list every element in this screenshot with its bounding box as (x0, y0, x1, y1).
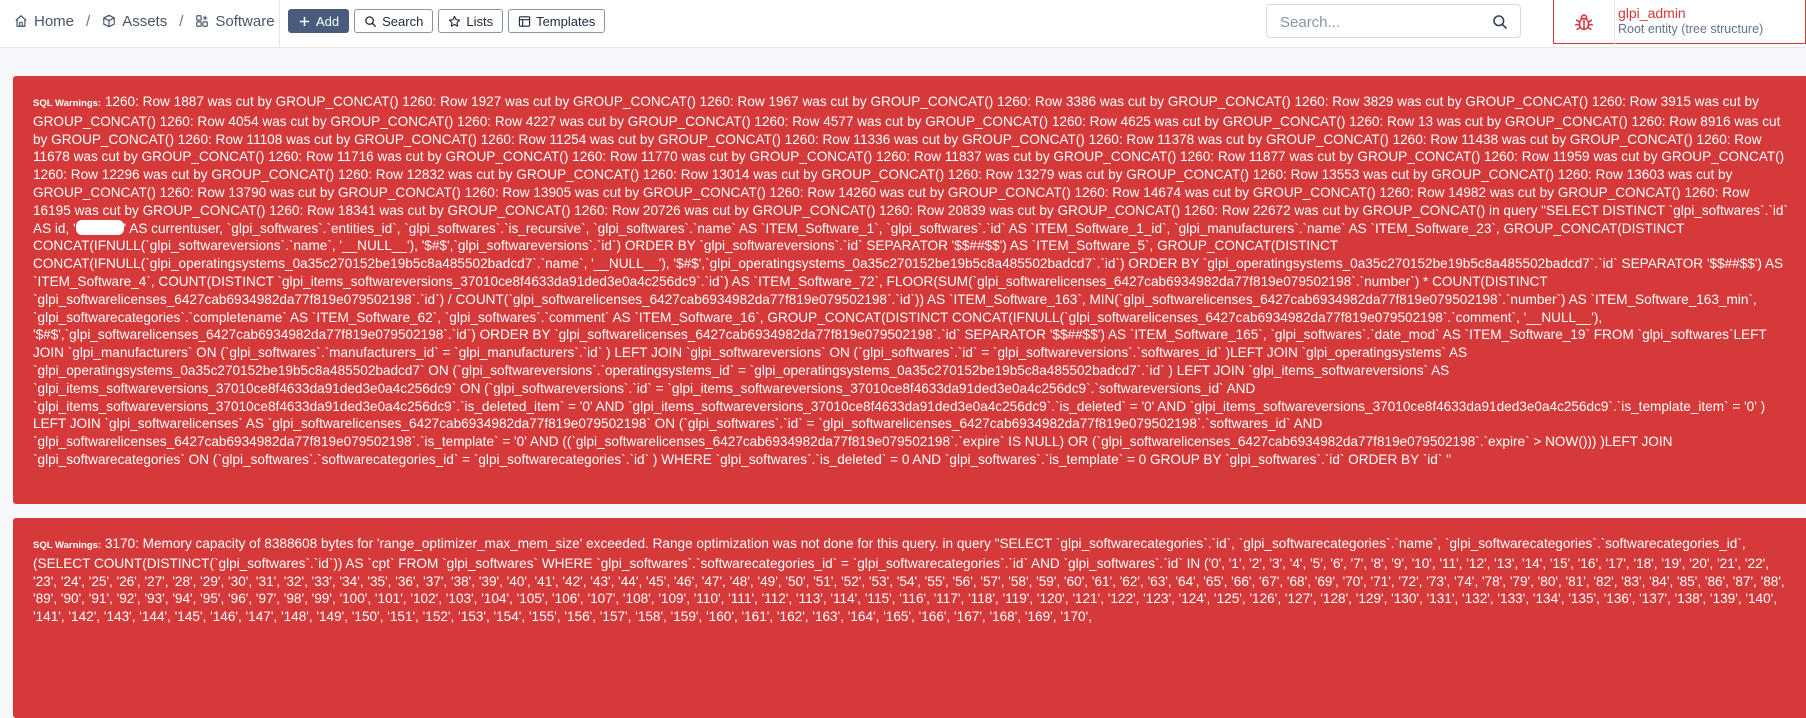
templates-button-label: Templates (536, 13, 596, 29)
global-search (1266, 4, 1521, 38)
global-search-input[interactable] (1278, 11, 1487, 33)
home-icon (15, 15, 27, 27)
sql-warning-text: 3170: Memory capacity of 8388608 bytes f… (33, 536, 1785, 625)
box-icon (103, 14, 116, 28)
breadcrumb-assets[interactable]: Assets (102, 13, 167, 30)
sql-warning-alert: SQL Warnings: 3170: Memory capacity of 8… (13, 518, 1806, 718)
search-button-label: Search (382, 13, 424, 29)
breadcrumb-separator: / (179, 12, 184, 30)
template-icon (518, 15, 531, 27)
templates-button[interactable]: Templates (508, 9, 606, 33)
sql-warning-text-continued: ' AS currentuser, `glpi_softwares`.`enti… (33, 220, 1784, 467)
user-menu[interactable]: glpi_admin Root entity (tree structure) (1553, 0, 1806, 44)
sql-warning-text: 1260: Row 1887 was cut by GROUP_CONCAT()… (33, 94, 1788, 236)
sql-warning-label: SQL Warnings: (33, 540, 102, 551)
breadcrumb-assets-label: Assets (122, 12, 168, 30)
top-header: Home / Assets / Software Add Search List… (0, 0, 1806, 48)
search-icon (365, 15, 377, 27)
search-button[interactable]: Search (354, 9, 434, 33)
bug-icon (1574, 14, 1594, 31)
header-divider (279, 0, 280, 48)
plus-icon (299, 16, 310, 26)
apps-icon (196, 15, 209, 27)
user-entity: Root entity (tree structure) (1618, 22, 1764, 36)
breadcrumb-software[interactable]: Software (195, 12, 275, 30)
search-icon[interactable] (1492, 14, 1508, 30)
user-name: glpi_admin (1618, 5, 1686, 21)
add-button-label: Add (316, 13, 340, 29)
sql-warning-label: SQL Warnings: (33, 98, 102, 109)
breadcrumb-separator: / (86, 12, 91, 30)
breadcrumb-software-label: Software (215, 12, 275, 30)
lists-button-label: Lists (466, 13, 494, 29)
breadcrumb-home[interactable]: Home (14, 13, 74, 30)
add-button[interactable]: Add (288, 9, 350, 33)
redacted-area (75, 219, 124, 235)
sql-warning-alert: SQL Warnings: 1260: Row 1887 was cut by … (13, 76, 1806, 504)
lists-button[interactable]: Lists (438, 9, 504, 33)
debug-toggle[interactable] (1554, 0, 1615, 44)
star-icon (449, 15, 461, 27)
breadcrumb: Home / Assets / Software (14, 0, 275, 42)
toolbar: Add Search Lists Templates (288, 9, 606, 33)
breadcrumb-home-label: Home (34, 12, 75, 30)
